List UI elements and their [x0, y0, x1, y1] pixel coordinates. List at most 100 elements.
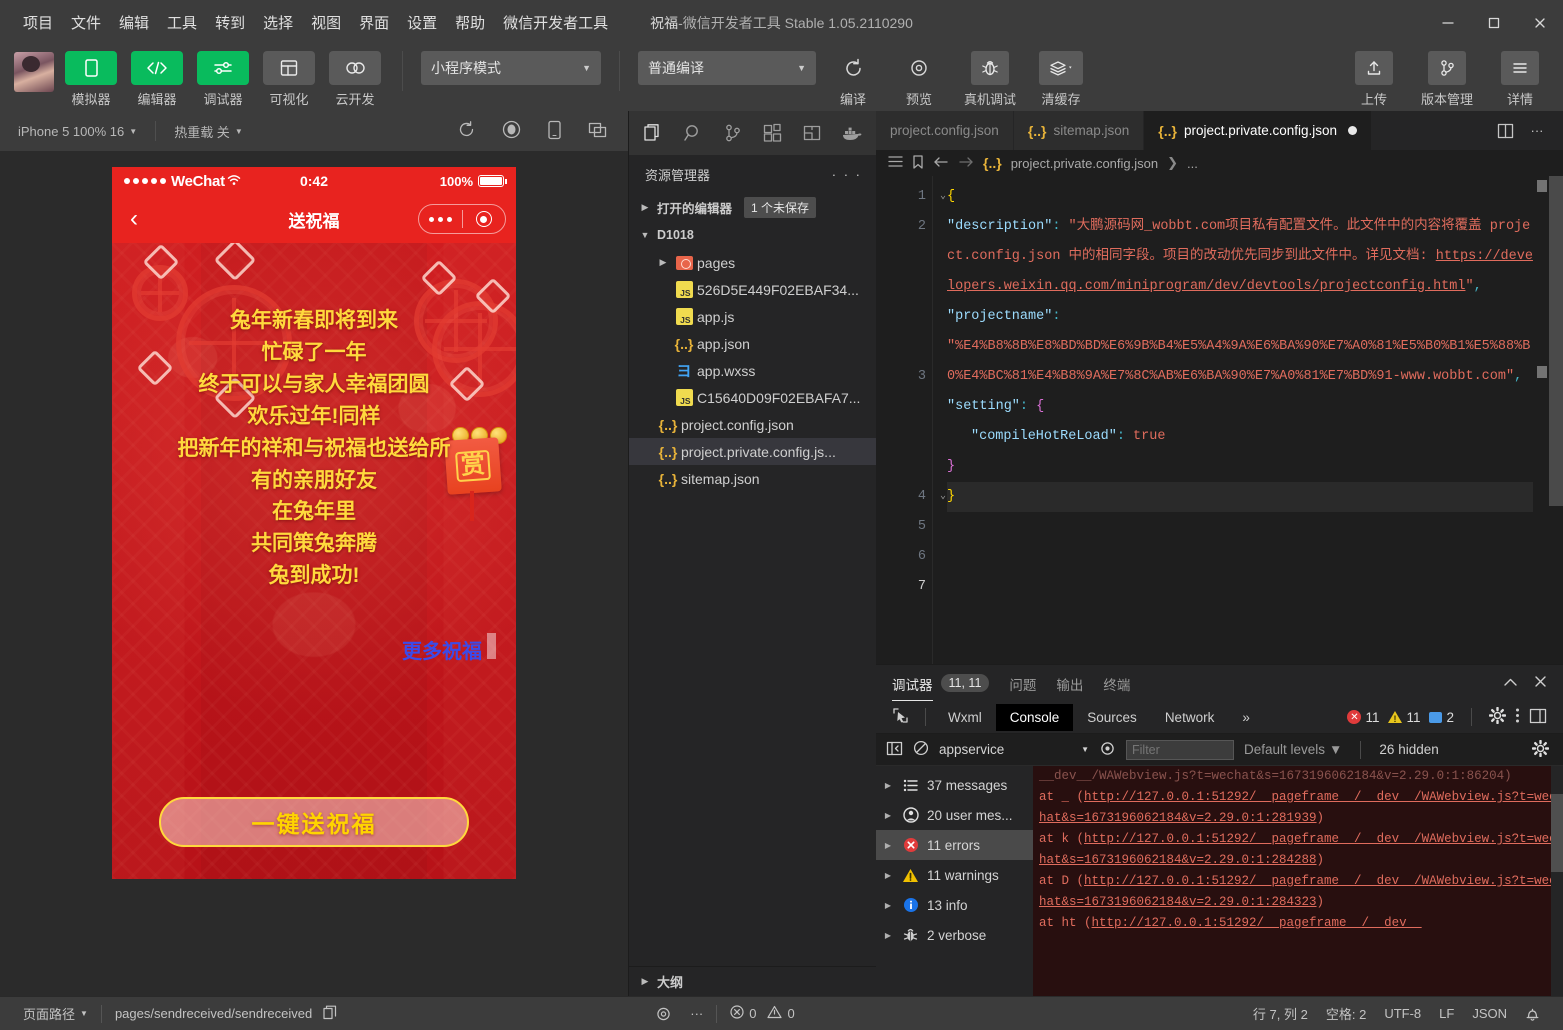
issue-count-chip[interactable]: 2: [1429, 710, 1454, 725]
devtools-tab-overflow[interactable]: »: [1228, 704, 1264, 731]
toolbar-visual[interactable]: 可视化: [260, 51, 318, 108]
device-icon[interactable]: [547, 120, 562, 143]
clear-console-icon[interactable]: [913, 740, 929, 759]
popout-icon[interactable]: [588, 121, 608, 142]
console-scrollbar[interactable]: [1551, 766, 1563, 996]
menu-item-edit[interactable]: 编辑: [110, 8, 158, 37]
menu-item-interface[interactable]: 界面: [350, 8, 398, 37]
more-icon[interactable]: ···: [1523, 117, 1551, 145]
project-root-section[interactable]: ▼ D1018: [629, 221, 876, 249]
sliders-icon[interactable]: [197, 51, 249, 85]
editor-scrollbar[interactable]: [1549, 176, 1563, 664]
devtools-tab-sources[interactable]: Sources: [1073, 704, 1151, 731]
more-icon[interactable]: ···: [681, 1006, 712, 1021]
tab-sitemap[interactable]: {..} sitemap.json: [1014, 111, 1144, 150]
settings-icon[interactable]: [1489, 707, 1506, 727]
docker-icon[interactable]: [832, 111, 872, 155]
toolbar-version[interactable]: 版本管理: [1413, 51, 1481, 108]
eye-icon[interactable]: [646, 1007, 681, 1021]
menu-item-help[interactable]: 帮助: [446, 8, 494, 37]
cloud-icon[interactable]: [329, 51, 381, 85]
chevron-left-icon[interactable]: ‹: [122, 207, 146, 231]
tab-debugger[interactable]: 调试器: [892, 666, 933, 701]
stack-link[interactable]: http://127.0.0.1:51292/__pageframe__/__d…: [1039, 832, 1557, 867]
settings-icon[interactable]: [1532, 740, 1553, 760]
file-row-projectconfig[interactable]: {..} project.config.json: [629, 411, 876, 438]
search-icon[interactable]: [673, 111, 713, 155]
code-editor[interactable]: 1⌄ 2 3 4⌄ 5 6 7 { "description": "大鹏源码网_…: [876, 176, 1563, 664]
layout-icon[interactable]: [263, 51, 315, 85]
code-icon[interactable]: [131, 51, 183, 85]
compile-select[interactable]: 普通编译 ▼: [638, 51, 816, 85]
more-wishes-link[interactable]: 更多祝福: [402, 635, 482, 664]
more-icon[interactable]: · · ·: [832, 167, 862, 182]
avatar[interactable]: [14, 52, 54, 92]
tab-terminal[interactable]: 终端: [1103, 666, 1130, 700]
devtools-tab-wxml[interactable]: Wxml: [934, 704, 996, 731]
console-output[interactable]: __dev__/WAWebview.js?t=wechat&s=16731960…: [1033, 766, 1563, 996]
devtools-tab-network[interactable]: Network: [1151, 704, 1229, 731]
minimize-button[interactable]: [1425, 0, 1471, 45]
file-row-sitemap[interactable]: {..} sitemap.json: [629, 465, 876, 492]
eol-setting[interactable]: LF: [1430, 1006, 1463, 1021]
device-select[interactable]: iPhone 5 100% 16 ▼: [12, 121, 143, 142]
record-icon[interactable]: [502, 120, 521, 142]
extensions-icon[interactable]: [752, 111, 792, 155]
tab-output[interactable]: 输出: [1056, 666, 1083, 700]
layers-icon[interactable]: [1039, 51, 1083, 85]
refresh-icon[interactable]: [457, 120, 476, 142]
files-icon[interactable]: [633, 111, 673, 155]
maximize-button[interactable]: [1471, 0, 1517, 45]
menu-item-devtools[interactable]: 微信开发者工具: [494, 8, 617, 37]
console-group-info[interactable]: ▶ 13 info: [876, 890, 1033, 920]
stack-link[interactable]: http://127.0.0.1:51292/__pageframe__/__d…: [1039, 874, 1557, 909]
editor-scrollbar-thumb[interactable]: [1549, 176, 1563, 506]
copy-icon[interactable]: [323, 1005, 337, 1023]
split-editor-icon[interactable]: [1491, 117, 1519, 145]
eye-icon[interactable]: [1099, 741, 1116, 759]
breadcrumb-file[interactable]: project.private.config.json: [1011, 156, 1158, 171]
toolbar-realdevice[interactable]: 真机调试: [956, 51, 1024, 108]
toolbar-debugger[interactable]: 调试器: [194, 51, 252, 108]
menu-item-file[interactable]: 文件: [62, 8, 110, 37]
file-row-hash1[interactable]: JS 526D5E449F02EBAF34...: [629, 276, 876, 303]
indent-setting[interactable]: 空格: 2: [1317, 1004, 1375, 1023]
close-icon[interactable]: [1534, 675, 1547, 691]
page-path-select[interactable]: 页面路径 ▼: [14, 1004, 97, 1023]
capsule-menu-icon[interactable]: [419, 217, 462, 222]
stack-link[interactable]: http://127.0.0.1:51292/__pageframe__/__d…: [1039, 790, 1557, 825]
warning-count-chip[interactable]: 11: [1388, 710, 1420, 725]
menu-item-project[interactable]: 项目: [14, 8, 62, 37]
stack-link[interactable]: http://127.0.0.1:51292/__pageframe__/__d…: [1092, 916, 1422, 930]
outline-icon[interactable]: [888, 155, 903, 171]
file-row-hash2[interactable]: JS C15640D09F02EBAFA7...: [629, 384, 876, 411]
encoding-setting[interactable]: UTF-8: [1375, 1006, 1430, 1021]
forward-arrow-icon[interactable]: [958, 156, 974, 171]
toolbar-cloud[interactable]: 云开发: [326, 51, 384, 108]
menu-item-tools[interactable]: 工具: [158, 8, 206, 37]
source-control-icon[interactable]: [713, 111, 753, 155]
collapse-icon[interactable]: [1503, 676, 1518, 691]
menu-icon[interactable]: [1501, 51, 1539, 85]
console-group-warnings[interactable]: ▶ 11 warnings: [876, 860, 1033, 890]
wechat-capsule[interactable]: [418, 204, 506, 234]
toolbar-editor[interactable]: 编辑器: [128, 51, 186, 108]
console-group-messages[interactable]: ▶ 37 messages: [876, 770, 1033, 800]
menu-item-settings[interactable]: 设置: [398, 8, 446, 37]
file-row-appjs[interactable]: JS app.js: [629, 303, 876, 330]
toolbar-compile[interactable]: 编译: [824, 51, 882, 108]
file-row-pages[interactable]: ▶ pages: [629, 249, 876, 276]
console-group-errors[interactable]: ▶ 11 errors: [876, 830, 1033, 860]
menu-item-view[interactable]: 视图: [302, 8, 350, 37]
bug-icon[interactable]: [971, 51, 1009, 85]
devtools-tab-console[interactable]: Console: [996, 704, 1074, 731]
console-levels-select[interactable]: Default levels ▼: [1244, 742, 1342, 757]
console-group-verbose[interactable]: ▶ 2 verbose: [876, 920, 1033, 950]
console-filter-input[interactable]: [1126, 740, 1234, 760]
menu-item-select[interactable]: 选择: [254, 8, 302, 37]
error-count-chip[interactable]: ✕ 11: [1347, 710, 1379, 725]
bookmark-icon[interactable]: [912, 155, 924, 172]
console-context-select[interactable]: appservice ▼: [939, 742, 1089, 757]
file-row-appwxss[interactable]: ヨ app.wxss: [629, 357, 876, 384]
kebab-icon[interactable]: [1515, 707, 1520, 727]
